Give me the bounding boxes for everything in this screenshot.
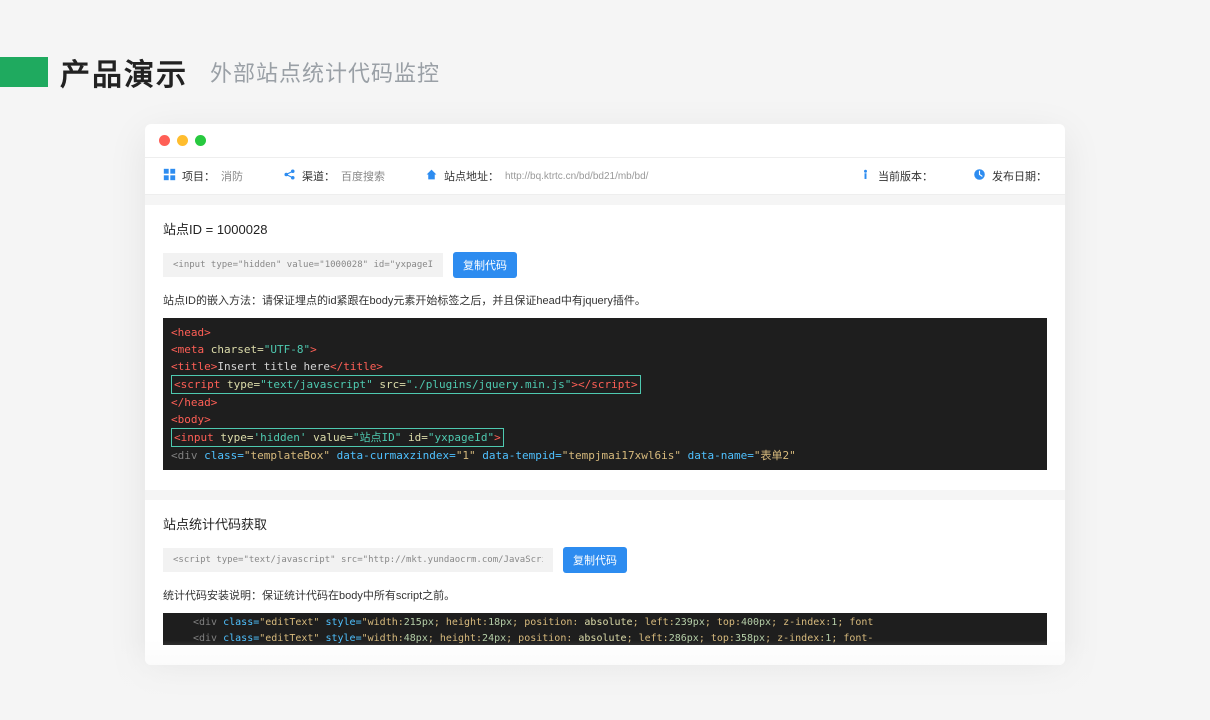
- site-id-desc: 站点ID的嵌入方法：请保证埋点的id紧跟在body元素开始标签之后，并且保证he…: [163, 292, 1047, 308]
- site-id-code-block: <head> <meta charset="UTF-8"> <title>Ins…: [163, 318, 1047, 470]
- info-address: 站点地址： http://bq.ktrtc.cn/bd/bd21/mb/bd/: [425, 168, 819, 184]
- info-bar: 项目： 消防 渠道： 百度搜索 站点地址： http://bq.ktrtc.cn…: [145, 158, 1065, 195]
- grid-icon: [163, 168, 176, 184]
- clock-icon: [973, 168, 986, 184]
- info-project: 项目： 消防: [163, 168, 243, 184]
- maximize-icon[interactable]: [195, 135, 206, 146]
- window-titlebar: [145, 124, 1065, 158]
- info-pubdate: 发布日期：: [973, 168, 1047, 184]
- project-value: 消防: [221, 168, 243, 184]
- stats-desc: 统计代码安装说明：保证统计代码在body中所有script之前。: [163, 587, 1047, 603]
- stats-code-block: <div class="editText" style="width:215px…: [163, 613, 1047, 645]
- info-channel: 渠道： 百度搜索: [283, 168, 385, 184]
- stats-code-input[interactable]: [163, 548, 553, 572]
- app-window: 项目： 消防 渠道： 百度搜索 站点地址： http://bq.ktrtc.cn…: [145, 124, 1065, 665]
- channel-label: 渠道：: [302, 168, 335, 184]
- copy-stats-button[interactable]: 复制代码: [563, 547, 627, 573]
- share-icon: [283, 168, 296, 184]
- panel-stats-code: 站点统计代码获取 复制代码 统计代码安装说明：保证统计代码在body中所有scr…: [145, 500, 1065, 665]
- address-label: 站点地址：: [444, 168, 499, 184]
- accent-bar: [0, 57, 48, 87]
- pubdate-label: 发布日期：: [992, 168, 1047, 184]
- close-icon[interactable]: [159, 135, 170, 146]
- page-header: 产品演示 外部站点统计代码监控: [0, 0, 1210, 124]
- address-value: http://bq.ktrtc.cn/bd/bd21/mb/bd/: [505, 171, 648, 182]
- site-id-code-input[interactable]: [163, 253, 443, 277]
- info-version: 当前版本：: [859, 168, 933, 184]
- copy-site-id-button[interactable]: 复制代码: [453, 252, 517, 278]
- panel-site-id-title: 站点ID = 1000028: [163, 219, 1047, 238]
- page-subtitle: 外部站点统计代码监控: [210, 56, 440, 88]
- info-icon: [859, 168, 872, 184]
- panel-stats-title: 站点统计代码获取: [163, 514, 1047, 533]
- channel-value: 百度搜索: [341, 168, 385, 184]
- project-label: 项目：: [182, 168, 215, 184]
- panel-site-id: 站点ID = 1000028 复制代码 站点ID的嵌入方法：请保证埋点的id紧跟…: [145, 205, 1065, 490]
- page-title: 产品演示: [60, 50, 188, 94]
- version-label: 当前版本：: [878, 168, 933, 184]
- home-icon: [425, 168, 438, 184]
- minimize-icon[interactable]: [177, 135, 188, 146]
